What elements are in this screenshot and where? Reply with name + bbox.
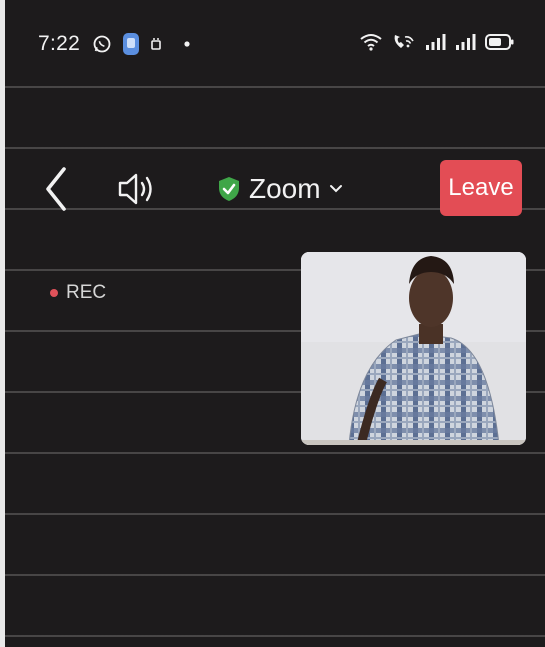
back-button[interactable] [40,165,72,213]
recording-dot [50,289,58,297]
meeting-title-dropdown[interactable]: Zoom [218,169,343,209]
battery-icon [485,33,515,56]
speaker-icon [118,173,152,205]
dot-icon [184,41,190,47]
recording-indicator: REC [50,282,106,304]
wifi-icon [359,32,383,57]
shield-check-icon [219,177,239,201]
whatsapp-icon [92,34,112,54]
signal-icon [425,33,447,56]
status-right-icons [359,32,515,57]
leave-button[interactable]: Leave [440,160,522,216]
notification-icon [150,37,162,51]
recording-label: REC [66,282,107,303]
wifi-calling-icon [391,32,417,57]
screen-edge [0,0,5,647]
chevron-left-icon [46,167,66,211]
status-bar: 7:22 [38,26,515,62]
participant-video-tile[interactable] [301,252,526,445]
messages-app-icon [122,32,140,56]
zoom-meeting-screen: 7:22 Zoom Leave REC [0,0,545,647]
speaker-button[interactable] [116,169,158,209]
participant-video [301,252,526,445]
meeting-title: Zoom [249,173,321,204]
status-time: 7:22 [38,32,81,55]
chevron-down-icon [329,185,342,193]
signal-icon [455,33,477,56]
